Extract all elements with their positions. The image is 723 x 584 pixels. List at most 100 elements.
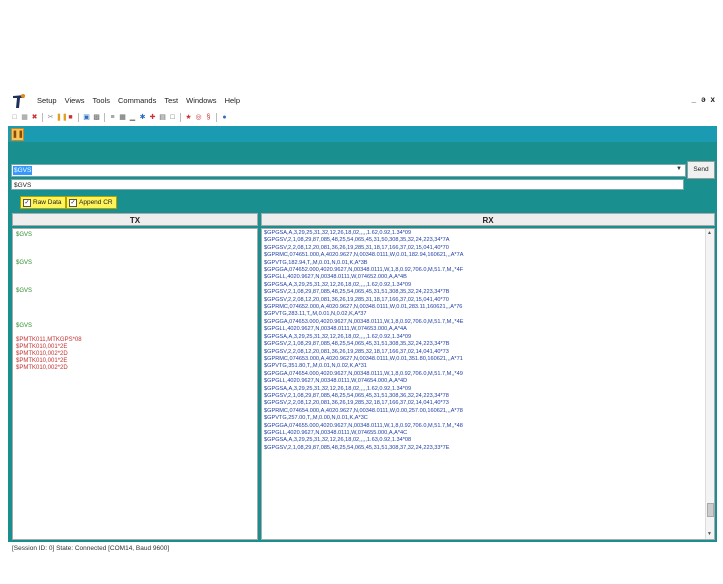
app-logo-icon: [13, 94, 25, 108]
menu-tools[interactable]: Tools: [91, 96, 111, 105]
app-window: Setup Views Tools Commands Test Windows …: [8, 92, 719, 542]
command-input-value: $GVS: [13, 166, 33, 175]
rx-line: $GPGGA,074654.000,4020.9627,N,00348.0111…: [264, 370, 463, 377]
tx-line: $PMTK010,002*2D: [16, 365, 68, 371]
rx-line: $GPGSV,2,1,08,29,87,085,48,25,54,065,45,…: [264, 341, 450, 348]
menu-views[interactable]: Views: [64, 96, 86, 105]
rx-line: $GPGSA,A,3,29,25,31,32,12,26,18,02,,,,,1…: [264, 437, 412, 444]
raw-data-checkbox[interactable]: ✓ Raw Data: [20, 196, 66, 209]
rx-line: $GPGLL,4020.9627,N,00348.0111,W,074653.0…: [264, 326, 407, 333]
menu-windows[interactable]: Windows: [185, 96, 217, 105]
list-icon[interactable]: ≡: [108, 113, 117, 122]
checkmark-icon: ✓: [69, 198, 77, 207]
rx-line: $GPVTG,182.94,T,,M,0.01,N,0.01,K,A*3B: [264, 259, 368, 266]
menu-commands[interactable]: Commands: [117, 96, 157, 105]
scroll-down-icon[interactable]: ▼: [707, 531, 712, 537]
rx-line: $GPGSV,2,1,08,29,87,085,48,25,54,065,45,…: [264, 444, 450, 451]
menu-bar: Setup Views Tools Commands Test Windows …: [8, 92, 717, 110]
satellite-icon[interactable]: §: [204, 113, 213, 122]
scroll-up-icon[interactable]: ▲: [707, 230, 712, 236]
rx-header: RX: [261, 213, 715, 226]
tx-line: $GVS: [16, 288, 33, 294]
rx-line: $GPGSV,2,1,08,29,87,085,48,25,54,065,45,…: [264, 392, 449, 399]
rx-line: $GPVTG,283.11,T,,M,0.01,N,0.02,K,A*37: [264, 311, 367, 318]
print-icon[interactable]: ▩: [92, 113, 101, 122]
tx-header: TX: [12, 213, 258, 226]
tx-line: $GVS: [16, 232, 33, 238]
chevron-down-icon[interactable]: ▼: [676, 166, 682, 172]
tx-line: $GVS: [16, 260, 33, 266]
append-cr-checkbox[interactable]: ✓ Append CR: [66, 196, 117, 209]
save-icon[interactable]: ▣: [82, 113, 91, 122]
rx-line: $GPVTG,257.00,T,,M,0.00,N,0.01,K,A*3C: [264, 415, 368, 422]
command-input[interactable]: $GVS ▼: [11, 164, 686, 177]
rx-line: $GPGSV,2,2,08,12,20,081,36,26,19,285,31,…: [264, 244, 449, 251]
rx-line: $GPGSA,A,3,29,25,31,32,12,26,18,02,,,,,1…: [264, 230, 412, 236]
toolbar-separator: [42, 113, 43, 122]
pin-icon[interactable]: ✚: [148, 113, 157, 122]
star-icon[interactable]: ✱: [138, 113, 147, 122]
rx-line: $GPRMC,074652.000,A,4020.9627,N,00348.01…: [264, 304, 463, 311]
send-button[interactable]: Send: [687, 161, 715, 179]
rx-line: $GPGLL,4020.9627,N,00348.0111,W,074654.0…: [264, 378, 408, 385]
rx-line: $GPGGA,074653.000,4020.9627,N,00348.0111…: [264, 318, 464, 325]
rx-line: $GPGSA,A,3,29,25,31,32,12,26,18,02,,,,,1…: [264, 333, 412, 340]
tx-line: $PMTK010,001*2E: [16, 358, 68, 364]
minimize-button[interactable]: _: [692, 95, 696, 104]
rx-lines: $GPGSA,A,3,29,25,31,32,12,26,18,02,,,,,1…: [264, 230, 704, 452]
rx-log[interactable]: $GPGSA,A,3,29,25,31,32,12,26,18,02,,,,,1…: [261, 228, 715, 540]
tx-line: $PMTK010,002*2D: [16, 351, 68, 357]
rx-line: $GPGLL,4020.9627,N,00348.0111,W,074655.0…: [264, 429, 408, 436]
rx-line: $GPGSA,A,3,29,25,31,32,12,26,18,02,,,,,1…: [264, 281, 412, 288]
terminal-panel: $GVS ▼ Send $GVS ✓ Raw Data ✓ Append CR …: [8, 142, 717, 542]
tx-log[interactable]: $GVS $GVS $GVS $GVS $PMTK011,MTKGPS*08 $PMTK0…: [12, 228, 258, 540]
help-icon[interactable]: ●: [220, 113, 229, 122]
append-cr-label: Append CR: [79, 199, 113, 206]
checkmark-icon: ✓: [23, 198, 31, 207]
rx-line: $GPGSV,2,1,08,29,87,085,48,25,54,065,45,…: [264, 289, 450, 296]
status-bar: [Session ID: 0] State: Connected [COM14,…: [12, 545, 170, 552]
window-icon[interactable]: □: [168, 113, 177, 122]
chart-icon[interactable]: ▁: [128, 113, 137, 122]
tx-line: $GVS: [16, 323, 33, 329]
rx-line: $GPGGA,074652.000,4020.9627,N,00348.0111…: [264, 267, 464, 274]
delete-icon[interactable]: ✖: [30, 113, 39, 122]
toolbar-separator: [216, 113, 217, 122]
menu-test[interactable]: Test: [163, 96, 179, 105]
rx-line: $GPGSA,A,3,29,25,31,32,12,26,18,02,,,,,1…: [264, 385, 412, 392]
new-icon[interactable]: □: [10, 113, 19, 122]
rx-line: $GPGSV,2,1,08,29,87,085,48,25,54,065,45,…: [264, 237, 450, 244]
toolbar-separator: [180, 113, 181, 122]
tx-line: $PMTK011,MTKGPS*08: [16, 337, 82, 343]
close-button[interactable]: x: [711, 95, 715, 104]
rx-line: $GPVTG,351.80,T,,M,0.01,N,0.02,K,A*31: [264, 363, 367, 370]
raw-data-label: Raw Data: [33, 199, 62, 206]
restore-button[interactable]: ə: [701, 95, 705, 104]
command-echo: $GVS: [11, 179, 684, 190]
stop-icon[interactable]: ■: [66, 113, 75, 122]
control-strip: ❚❚: [8, 126, 717, 142]
rx-line: $GPGSV,2,2,08,12,20,081,36,26,19,285,31,…: [264, 296, 449, 303]
rx-line: $GPRMC,074651.000,A,4020.9627,N,00348.01…: [264, 252, 464, 259]
antenna-icon[interactable]: ★: [184, 113, 193, 122]
pause-icon[interactable]: ❚❚: [56, 113, 68, 122]
menu-help[interactable]: Help: [224, 96, 241, 105]
rx-line: $GPGSV,2,2,08,12,20,081,36,26,19,285,32,…: [264, 400, 449, 407]
rx-scrollbar[interactable]: ▲ ▼: [705, 229, 714, 539]
grid-icon[interactable]: ▦: [118, 113, 127, 122]
rx-line: $GPGGA,074655.000,4020.9627,N,00348.0111…: [264, 422, 463, 429]
menu-setup[interactable]: Setup: [36, 96, 58, 105]
open-icon[interactable]: ▦: [20, 113, 29, 122]
table-icon[interactable]: ▤: [158, 113, 167, 122]
rx-line: $GPRMC,074654.000,A,4020.9627,N,00348.01…: [264, 407, 463, 414]
pause-button[interactable]: ❚❚: [11, 128, 24, 141]
tx-line: $PMTK010,001*2E: [16, 344, 68, 350]
scroll-thumb[interactable]: [707, 503, 714, 517]
cut-icon[interactable]: ✂: [46, 113, 55, 122]
rx-line: $GPGSV,2,2,08,12,20,081,36,26,19,285,32,…: [264, 348, 449, 355]
rx-line: $GPRMC,074653.000,A,4020.9627,N,00348.01…: [264, 355, 463, 362]
toolbar: □ ▦ ✖ ✂ ❚❚ ■ ▣ ▩ ≡ ▦ ▁ ✱ ✚ ▤ □ ★ ◎ § ●: [8, 111, 719, 124]
gps-icon[interactable]: ◎: [194, 113, 203, 122]
rx-line: $GPGLL,4020.9627,N,00348.0111,W,074652.0…: [264, 274, 407, 281]
toolbar-separator: [104, 113, 105, 122]
